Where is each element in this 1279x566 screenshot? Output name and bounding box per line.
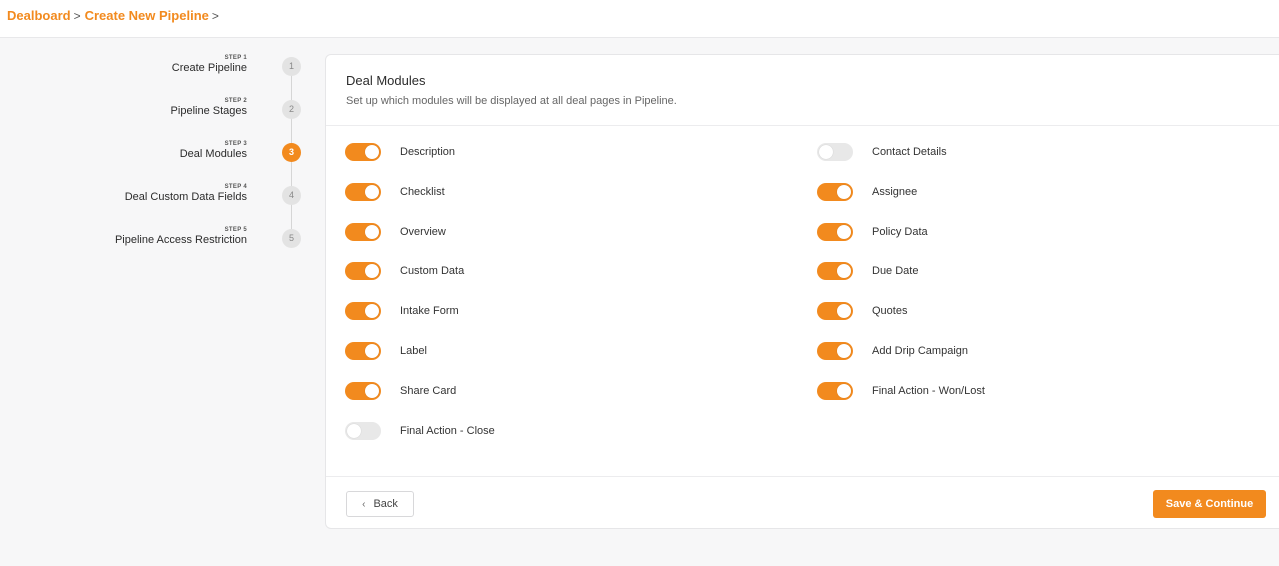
- step-4-number[interactable]: 4: [282, 186, 301, 205]
- step-5-caption: STEP 5: [224, 227, 247, 233]
- step-2-caption: STEP 2: [224, 98, 247, 104]
- module-label-label: Label: [400, 345, 427, 357]
- deal-modules-card: Deal Modules Set up which modules will b…: [325, 54, 1279, 529]
- toggle-knob: [837, 264, 851, 279]
- module-row-assignee: Assignee: [817, 182, 917, 202]
- module-row-description: Description: [345, 142, 455, 162]
- module-label-final-action-close: Final Action - Close: [400, 424, 495, 437]
- step-4-title: Deal Custom Data Fields: [124, 191, 247, 203]
- step-2-title: Pipeline Stages: [170, 105, 247, 117]
- toggle-knob: [837, 344, 851, 358]
- card-title: Deal Modules: [346, 73, 426, 88]
- module-label-final-action-won-lost: Final Action - Won/Lost: [872, 384, 985, 397]
- toggle-knob: [365, 145, 379, 159]
- module-toggle-overview[interactable]: [345, 222, 381, 241]
- chevron-left-icon: ‹: [362, 498, 366, 510]
- breadcrumb-item-dealboard[interactable]: Dealboard: [7, 8, 71, 23]
- module-label-overview: Overview: [400, 225, 446, 238]
- step-2-number[interactable]: 2: [282, 100, 301, 119]
- toggle-knob: [837, 184, 851, 199]
- step-2[interactable]: STEP 2 Pipeline Stages: [171, 98, 247, 117]
- toggle-knob: [365, 184, 379, 199]
- module-label-share-card: Share Card: [400, 384, 457, 397]
- module-label-policy-data: Policy Data: [872, 225, 928, 238]
- step-4-caption: STEP 4: [224, 184, 247, 190]
- pipeline-stepper: STEP 1 Create Pipeline 1 STEP 2 Pipeline…: [0, 38, 320, 566]
- toggle-knob: [837, 224, 851, 239]
- module-label-assignee: Assignee: [872, 185, 918, 198]
- module-row-due-date: Due Date: [817, 261, 918, 281]
- breadcrumb: Dealboard > Create New Pipeline >: [7, 8, 223, 23]
- breadcrumb-separator-icon: >: [211, 8, 219, 23]
- module-row-custom-data: Custom Data: [345, 261, 464, 281]
- module-toggle-description[interactable]: [345, 143, 381, 161]
- module-toggle-checklist[interactable]: [345, 182, 381, 201]
- toggle-knob: [365, 264, 379, 279]
- toggle-knob: [347, 423, 361, 438]
- toggle-knob: [837, 383, 851, 398]
- module-toggle-add-drip-campaign[interactable]: [817, 342, 853, 360]
- module-toggle-quotes[interactable]: [817, 302, 853, 321]
- step-1[interactable]: STEP 1 Create Pipeline: [172, 55, 247, 74]
- module-row-policy-data: Policy Data: [817, 222, 928, 242]
- breadcrumb-item-create-new-pipeline[interactable]: Create New Pipeline: [85, 8, 209, 23]
- step-3-title: Deal Modules: [179, 148, 247, 160]
- module-row-add-drip-campaign: Add Drip Campaign: [817, 341, 968, 361]
- toggle-knob: [365, 304, 379, 319]
- module-row-quotes: Quotes: [817, 301, 907, 321]
- step-1-title: Create Pipeline: [171, 62, 247, 74]
- step-1-caption: STEP 1: [224, 55, 247, 61]
- back-button-label: Back: [373, 498, 398, 510]
- module-label-contact-details: Contact Details: [872, 146, 947, 158]
- module-label-intake-form: Intake Form: [400, 305, 459, 318]
- module-row-contact-details: Contact Details: [817, 142, 947, 162]
- breadcrumb-separator-icon: >: [73, 8, 81, 23]
- toggle-knob: [365, 224, 379, 239]
- module-row-label: Label: [345, 341, 427, 361]
- module-row-checklist: Checklist: [345, 182, 445, 202]
- module-toggle-label[interactable]: [345, 342, 381, 360]
- toggle-knob: [365, 344, 379, 358]
- module-toggle-custom-data[interactable]: [345, 262, 381, 281]
- back-button[interactable]: ‹ Back: [346, 491, 414, 517]
- module-label-due-date: Due Date: [872, 265, 919, 278]
- module-row-final-action-won-lost: Final Action - Won/Lost: [817, 381, 985, 401]
- step-3[interactable]: STEP 3 Deal Modules: [180, 141, 247, 160]
- toggle-knob: [365, 383, 379, 398]
- module-label-checklist: Checklist: [400, 185, 445, 198]
- module-label-custom-data: Custom Data: [400, 265, 465, 278]
- module-label-description: Description: [400, 146, 456, 158]
- step-5-number[interactable]: 5: [282, 229, 301, 248]
- step-5[interactable]: STEP 5 Pipeline Access Restriction: [115, 227, 247, 246]
- module-toggle-due-date[interactable]: [817, 262, 853, 281]
- card-subtitle: Set up which modules will be displayed a…: [346, 95, 677, 107]
- module-toggle-intake-form[interactable]: [345, 302, 381, 321]
- step-1-number[interactable]: 1: [282, 57, 301, 76]
- toggle-knob: [819, 145, 833, 159]
- module-label-quotes: Quotes: [872, 305, 908, 318]
- save-and-continue-button[interactable]: Save & Continue: [1153, 490, 1266, 518]
- top-bar: Dealboard > Create New Pipeline >: [0, 0, 1279, 38]
- module-toggle-final-action-won-lost[interactable]: [817, 381, 853, 400]
- module-toggle-policy-data[interactable]: [817, 222, 853, 241]
- module-toggle-final-action-close[interactable]: [345, 421, 381, 440]
- module-row-share-card: Share Card: [345, 381, 456, 401]
- footer-divider: [326, 476, 1279, 477]
- module-toggle-share-card[interactable]: [345, 381, 381, 400]
- module-toggle-contact-details[interactable]: [817, 143, 853, 161]
- header-divider: [326, 125, 1279, 126]
- module-row-intake-form: Intake Form: [345, 301, 459, 321]
- toggle-knob: [837, 304, 851, 319]
- step-3-caption: STEP 3: [224, 141, 247, 147]
- module-row-overview: Overview: [345, 222, 446, 242]
- step-3-number[interactable]: 3: [282, 143, 301, 162]
- module-toggle-assignee[interactable]: [817, 182, 853, 201]
- module-row-final-action-close: Final Action - Close: [345, 421, 495, 441]
- step-4[interactable]: STEP 4 Deal Custom Data Fields: [125, 184, 247, 203]
- module-label-add-drip-campaign: Add Drip Campaign: [872, 345, 968, 357]
- step-5-title: Pipeline Access Restriction: [114, 234, 247, 246]
